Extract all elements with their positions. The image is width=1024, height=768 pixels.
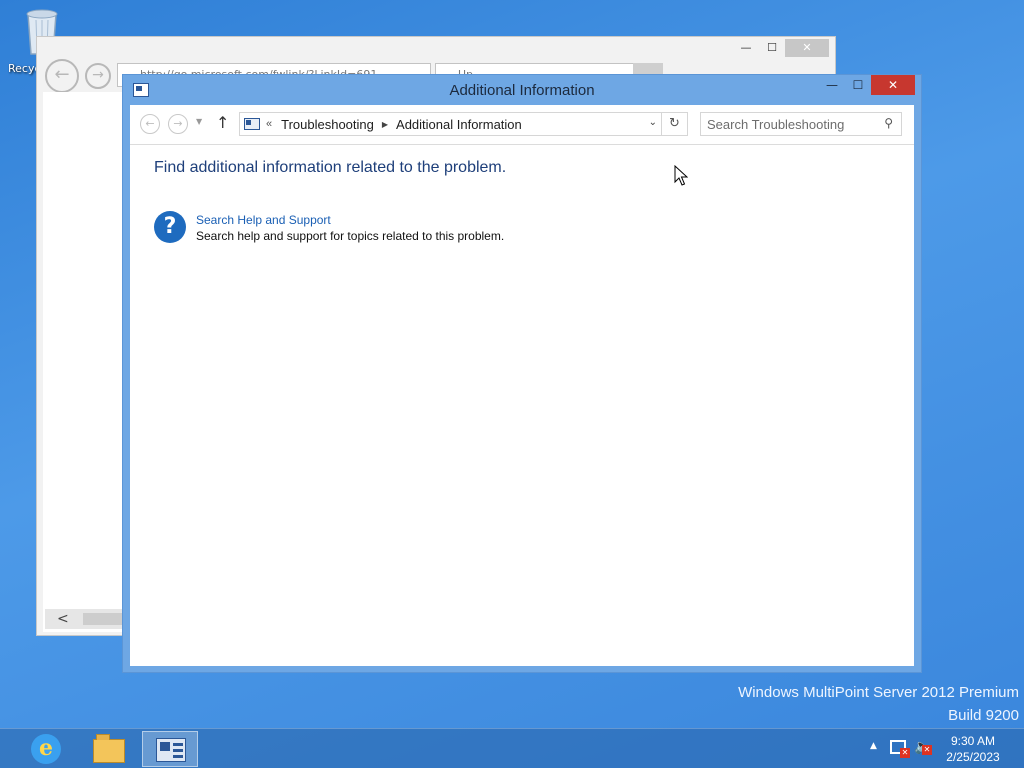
scroll-thumb[interactable] [83,613,125,625]
system-clock[interactable]: 9:30 AM 2/25/2023 [940,733,1006,765]
refresh-icon[interactable]: ↻ [662,112,688,136]
show-hidden-icons-chevron-icon[interactable]: ▲ [870,741,877,751]
recent-pages-dropdown-icon[interactable]: ▼ [196,117,202,126]
volume-muted-icon[interactable]: 🔈✕ [914,739,932,755]
page-heading: Find additional information related to t… [154,159,507,176]
browser-horizontal-scrollbar[interactable]: < [45,609,125,629]
taskbar-file-explorer-button[interactable] [80,731,136,767]
os-edition-watermark: Windows MultiPoint Server 2012 Premium [738,684,1019,701]
breadcrumb-additional-information[interactable]: Additional Information [396,117,522,132]
clock-time: 9:30 AM [950,734,996,748]
minimize-button[interactable]: — [819,75,845,95]
network-disconnected-icon[interactable]: ✕ [890,740,910,758]
search-box[interactable]: ⚲ [700,112,902,136]
scroll-left-icon[interactable]: < [57,609,69,629]
os-build-watermark: Build 9200 [948,707,1019,724]
title-bar[interactable]: Additional Information — ☐ ✕ [123,75,921,105]
breadcrumb-overflow[interactable]: « [266,118,272,130]
browser-back-icon[interactable]: ← [45,59,79,93]
forward-arrow-icon[interactable]: → [168,114,188,134]
help-question-icon[interactable]: ? [154,211,186,243]
up-arrow-icon[interactable]: ↑ [216,113,229,132]
search-help-support-link[interactable]: Search Help and Support [196,213,331,227]
navigation-bar: ← → ▼ ↑ « Troubleshooting ▶ Additional I… [130,105,914,145]
address-dropdown-chevron-icon[interactable]: ⌄ [649,117,657,128]
taskbar-control-panel-button[interactable] [142,731,198,767]
help-support-description: Search help and support for topics relat… [196,229,505,243]
control-panel-taskbar-icon [156,738,186,762]
file-explorer-folder-icon [93,734,125,763]
window-client-area: ← → ▼ ↑ « Troubleshooting ▶ Additional I… [130,105,914,666]
back-arrow-icon[interactable]: ← [140,114,160,134]
breadcrumb[interactable]: « Troubleshooting ▶ Additional Informati… [239,112,662,136]
additional-information-window[interactable]: Additional Information — ☐ ✕ ← → ▼ ↑ « T… [122,74,922,673]
control-panel-icon [244,118,260,130]
search-icon[interactable]: ⚲ [884,116,893,130]
mouse-cursor-icon [674,165,688,186]
browser-content-area [43,92,123,632]
browser-maximize-button[interactable]: ☐ [759,39,785,57]
breadcrumb-troubleshooting[interactable]: Troubleshooting [281,117,374,132]
browser-forward-icon[interactable]: → [85,63,111,89]
close-button[interactable]: ✕ [871,75,915,95]
internet-explorer-icon: e [31,734,61,764]
browser-close-button[interactable]: ✕ [785,39,829,57]
window-title: Additional Information [449,82,595,99]
browser-caption-buttons: — ☐ ✕ [733,39,829,57]
taskbar-internet-explorer-button[interactable]: e [18,731,74,767]
clock-date: 2/25/2023 [946,750,1000,764]
taskbar: e ▲ ✕ 🔈✕ 9:30 AM 2/25/2023 [0,728,1024,768]
browser-minimize-button[interactable]: — [733,39,759,57]
breadcrumb-separator-icon[interactable]: ▶ [382,120,388,129]
maximize-button[interactable]: ☐ [845,75,871,95]
search-input[interactable] [701,113,871,135]
